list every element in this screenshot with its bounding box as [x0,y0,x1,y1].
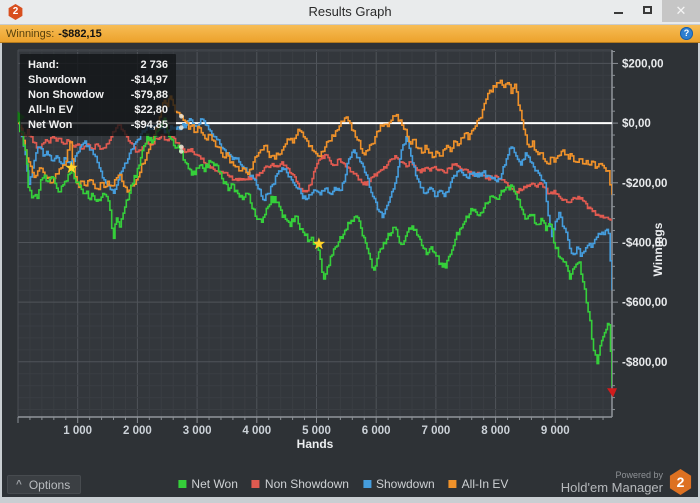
y-tick-label: $200,00 [622,58,664,70]
legend-label: Showdown [375,477,435,491]
y-axis-title: Winnings [651,222,665,276]
legend-item-showdown[interactable]: Showdown [362,477,435,491]
y-tick-label: -$600,00 [622,297,667,309]
legend-item-allin-ev[interactable]: All-In EV [448,477,509,491]
tooltip-label: Net Won [28,118,73,131]
legend-swatch [251,480,260,488]
brand-name: Hold'em Manager [560,479,663,495]
winnings-label: Winnings: [6,27,55,40]
y-tick-label: -$200,00 [622,178,667,190]
winnings-value: -$882,15 [58,27,102,40]
chevron-up-icon: ^ [16,478,22,490]
tooltip-value: -$79,88 [130,88,168,101]
tooltip-value: -$94,85 [130,118,168,131]
close-button[interactable]: ✕ [662,0,700,22]
hand-tooltip: Hand: 2 736 Showdown -$14,97 Non Showdown -… [20,54,176,136]
window-controls: ✕ [604,0,700,25]
tooltip-label: Non Showdown [28,88,104,101]
tooltip-label: All-In EV [28,103,74,116]
minimize-icon [614,12,623,14]
cursor-dot [179,144,184,150]
legend-label: Non Showdown [264,477,349,491]
x-tick-label: 4 000 [242,425,271,437]
options-label: Options [28,477,71,492]
minimize-button[interactable] [604,0,633,20]
winnings-status-bar: Winnings: -$882,15 ? [0,25,700,43]
branding: Powered by Hold'em Manager 2 [561,469,692,495]
options-button[interactable]: ^ Options [7,475,82,494]
powered-by-text: Powered by [615,469,663,480]
tooltip-label: Showdown [28,73,87,86]
window-title: Results Graph [308,4,392,19]
tooltip-label: Hand: [28,58,60,71]
legend-swatch [448,480,457,488]
maximize-button[interactable] [633,0,662,20]
x-tick-label: 7 000 [421,425,450,437]
cursor-dot [179,125,184,130]
legend-swatch [362,480,371,488]
x-tick-label: 6 000 [362,425,391,437]
x-tick-label: 8 000 [481,425,510,437]
legend-item-non-showdown[interactable]: Non Showdown [251,477,349,491]
hem2-logo-icon: 2 [669,469,692,495]
x-tick-label: 3 000 [183,425,212,437]
y-tick-label: -$800,00 [622,357,667,369]
legend-item-net-won[interactable]: Net Won [178,477,238,491]
chart-legend: Net Won Non Showdown Showdown All-In EV [178,477,508,491]
legend-label: All-In EV [461,477,509,491]
tooltip-value: $22,80 [134,103,168,116]
x-tick-label: 2 000 [123,425,152,437]
x-tick-label: 1 000 [63,425,92,437]
bottom-bar: ^ Options Net Won Non Showdown Showdown … [2,465,698,497]
legend-swatch [178,480,187,488]
cursor-dot [179,113,184,119]
legend-label: Net Won [191,477,238,491]
maximize-icon [643,6,652,14]
help-icon[interactable]: ? [680,27,693,40]
x-tick-label: 9 000 [541,425,570,437]
cursor-dot [179,149,184,154]
results-graph-window: 2 Results Graph ✕ Winnings: -$882,15 ? 1… [0,0,700,503]
x-axis-title: Hands [297,437,334,451]
y-tick-label: $0,00 [622,118,651,130]
title-bar[interactable]: 2 Results Graph ✕ [0,0,700,25]
x-tick-label: 5 000 [302,425,331,437]
tooltip-value: 2 736 [140,58,168,71]
tooltip-value: -$14,97 [130,73,168,86]
close-icon: ✕ [675,3,687,18]
